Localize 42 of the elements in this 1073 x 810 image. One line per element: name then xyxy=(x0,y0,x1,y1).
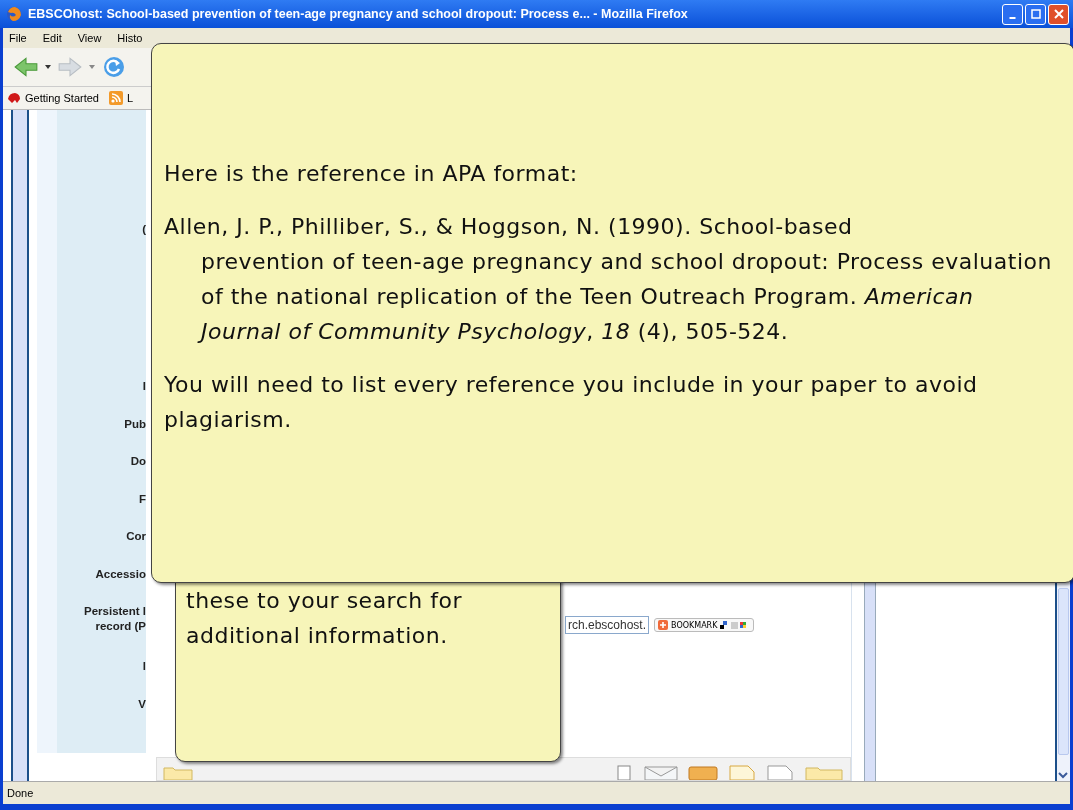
menu-item[interactable]: View xyxy=(77,32,102,44)
plus-icon xyxy=(658,620,669,630)
field-label: F xyxy=(138,491,146,507)
field-label: Persistent l record (P xyxy=(84,604,146,634)
creature-icon xyxy=(7,91,21,105)
back-arrow-icon[interactable] xyxy=(13,55,39,79)
reference-text: Allen, J. P., Philliber, S., & Hoggson, N. (1990). School-based prevention of teen-age pregnancy and school dropout: Process evaluation of the national replication of the Teen Outreach Program. American Journal of Community Psychology, 18 (4), 505-524. xyxy=(164,213,1053,346)
books-icon[interactable] xyxy=(688,764,718,780)
bookmark-link[interactable]: Getting Started xyxy=(25,92,99,104)
menu-item[interactable]: Edit xyxy=(42,32,62,44)
close-button[interactable] xyxy=(1048,3,1069,25)
field-label: ( xyxy=(142,222,146,237)
permalink-field[interactable]: rch.ebscohost. xyxy=(565,616,650,634)
field-label: Accessio xyxy=(95,566,146,582)
field-label: Cor xyxy=(126,529,146,544)
bookmark-button[interactable]: BOOKMARK xyxy=(654,618,755,632)
reload-icon[interactable] xyxy=(101,55,127,79)
caret-icon[interactable] xyxy=(45,65,51,69)
status-text: Done xyxy=(7,787,34,799)
minimize-icon xyxy=(1009,16,1016,19)
scroll-down-icon[interactable] xyxy=(1057,769,1069,781)
field-label: I xyxy=(142,379,146,394)
forward-arrow-icon[interactable] xyxy=(57,55,83,79)
callout-text: Here is the reference in APA format: xyxy=(164,160,579,188)
globe-icon xyxy=(6,6,22,22)
callout-text: these to your search for additional information. xyxy=(186,587,463,650)
rss-feed-icon xyxy=(109,91,123,105)
field-label: V xyxy=(138,696,146,712)
scrollbar[interactable] xyxy=(1057,588,1070,755)
close-icon xyxy=(1052,8,1065,20)
menu-item[interactable]: Histo xyxy=(117,32,143,44)
field-label: l xyxy=(142,659,146,674)
menu-item[interactable]: File xyxy=(9,32,27,44)
field-label: Do xyxy=(130,454,146,469)
window-title: EBSCOhost: School-based prevention of teen-age pregnancy and school dropout: Process e... - Mozilla Firefox xyxy=(28,7,689,21)
bookmark-link[interactable]: L xyxy=(127,92,134,104)
maximize-button[interactable] xyxy=(1025,3,1046,25)
field-label: Pub xyxy=(124,416,146,432)
callout-text: You will need to list every reference you include in your paper to avoid plagiarism. xyxy=(164,371,979,434)
minimize-button[interactable] xyxy=(1002,3,1023,25)
maximize-icon xyxy=(1029,8,1042,20)
envelope-icon[interactable] xyxy=(644,764,678,780)
